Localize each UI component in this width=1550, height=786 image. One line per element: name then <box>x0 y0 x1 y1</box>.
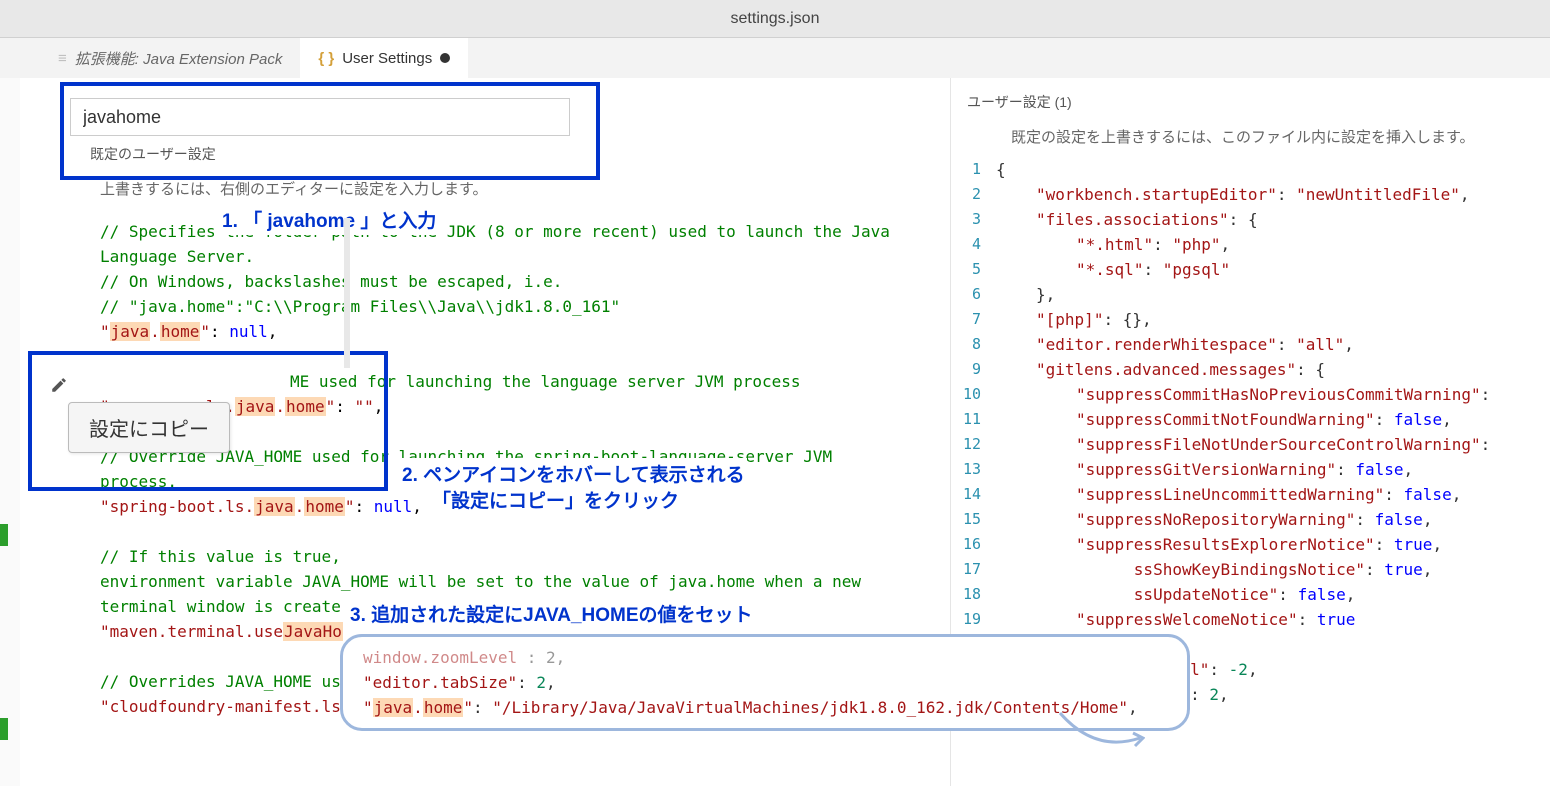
change-marker <box>0 524 8 546</box>
annotation-1: 1. 「 javahome 」と入力 <box>220 204 438 235</box>
copy-to-settings-tooltip[interactable]: 設定にコピー <box>68 402 230 453</box>
tab-user-settings[interactable]: { } User Settings <box>300 38 468 78</box>
tab-bar: ≡ 拡張機能: Java Extension Pack { } User Set… <box>0 38 1550 78</box>
hint-text: 既定の設定を上書きするには、このファイル内に設定を挿入します。 <box>951 126 1550 157</box>
minimap[interactable] <box>344 218 350 368</box>
hint-text: 上書きするには、右側のエディターに設定を入力します。 <box>20 178 950 199</box>
tab-label: User Settings <box>342 50 432 67</box>
section-title: 既定のユーザー設定 <box>20 144 950 178</box>
change-marker <box>0 718 8 740</box>
window-title: settings.json <box>0 0 1550 38</box>
annotation-3: 3. 追加された設定にJAVA_HOMEの値をセット <box>348 598 755 629</box>
tab-extension[interactable]: ≡ 拡張機能: Java Extension Pack <box>40 38 300 78</box>
left-gutter <box>0 78 20 786</box>
user-settings-code[interactable]: 1{ 2"workbench.startupEditor": "newUntit… <box>951 157 1550 707</box>
braces-icon: { } <box>318 50 334 67</box>
settings-search-input[interactable] <box>70 98 570 136</box>
annotation-2b: 「設定にコピー」をクリック <box>430 484 681 515</box>
list-icon: ≡ <box>58 50 67 67</box>
section-title: ユーザー設定 (1) <box>951 92 1550 126</box>
tab-label: 拡張機能: Java Extension Pack <box>75 48 283 69</box>
pencil-icon[interactable] <box>50 376 68 394</box>
dirty-indicator-icon <box>440 53 450 63</box>
callout-box: window.zoomLevel : 2, "editor.tabSize": … <box>340 634 1190 731</box>
